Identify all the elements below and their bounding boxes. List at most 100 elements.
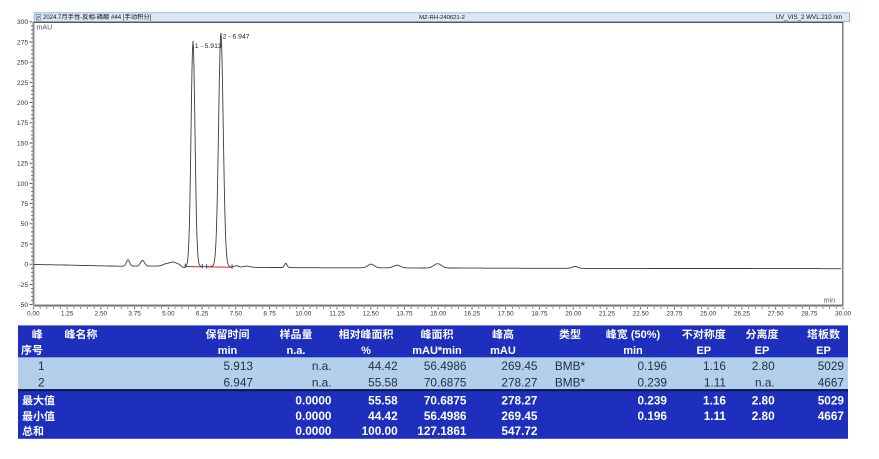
svg-text:0.239: 0.239 <box>637 393 667 407</box>
svg-text:0: 0 <box>24 262 28 269</box>
svg-text:min: min <box>824 298 835 305</box>
svg-text:n.a.: n.a. <box>312 375 332 389</box>
svg-text:13.75: 13.75 <box>397 310 413 317</box>
svg-text:5.913: 5.913 <box>223 359 253 373</box>
svg-text:2024.7: 2024.7 <box>43 15 62 21</box>
svg-text:275: 275 <box>17 39 29 46</box>
svg-text:27.50: 27.50 <box>768 310 784 317</box>
svg-text:56.4986: 56.4986 <box>424 409 467 423</box>
svg-text:-: - <box>80 15 82 21</box>
svg-text:0.00: 0.00 <box>27 310 40 317</box>
svg-text:2.80: 2.80 <box>752 393 775 407</box>
svg-text:n.a.: n.a. <box>312 359 332 373</box>
svg-text:EP: EP <box>816 345 831 357</box>
svg-text:4667: 4667 <box>818 409 845 423</box>
svg-text:75: 75 <box>21 201 29 208</box>
svg-text:n.a.: n.a. <box>287 345 306 357</box>
svg-text:0.196: 0.196 <box>637 409 667 423</box>
svg-text:28.75: 28.75 <box>801 310 817 317</box>
svg-text:22.50: 22.50 <box>633 310 649 317</box>
svg-text:50: 50 <box>21 221 29 228</box>
svg-text:2.50: 2.50 <box>95 310 108 317</box>
svg-text:%: % <box>361 345 371 357</box>
svg-text:1.11: 1.11 <box>704 409 727 423</box>
svg-text:17.50: 17.50 <box>498 310 514 317</box>
svg-text:-50: -50 <box>18 302 28 309</box>
svg-text:3.75: 3.75 <box>128 310 141 317</box>
svg-text:23.75: 23.75 <box>666 310 682 317</box>
svg-text:44.42: 44.42 <box>368 409 398 423</box>
svg-text:n.a.: n.a. <box>755 375 775 389</box>
svg-text:0.239: 0.239 <box>637 375 667 389</box>
svg-text:56.4986: 56.4986 <box>424 359 467 373</box>
svg-text:5.00: 5.00 <box>162 310 175 317</box>
svg-text:8.75: 8.75 <box>263 310 276 317</box>
svg-text:2.80: 2.80 <box>752 359 775 373</box>
svg-text:269.45: 269.45 <box>501 359 538 373</box>
svg-text:70.6875: 70.6875 <box>424 393 467 407</box>
svg-text:1: 1 <box>38 359 45 373</box>
svg-text:175: 175 <box>17 120 29 127</box>
svg-text:1.25: 1.25 <box>61 310 74 317</box>
svg-text:100: 100 <box>17 181 29 188</box>
svg-text:18.75: 18.75 <box>532 310 548 317</box>
svg-text:16.25: 16.25 <box>464 310 480 317</box>
svg-text:mAU*min: mAU*min <box>412 345 462 357</box>
svg-text:100.00: 100.00 <box>362 424 399 438</box>
svg-text:278.27: 278.27 <box>501 375 537 389</box>
svg-text:7.50: 7.50 <box>230 310 243 317</box>
svg-text:125: 125 <box>17 161 29 168</box>
svg-text:225: 225 <box>17 80 29 87</box>
svg-text:250: 250 <box>17 60 29 67</box>
svg-text:278.27: 278.27 <box>501 393 538 407</box>
svg-text:55.58: 55.58 <box>368 375 398 389</box>
svg-text:min: min <box>218 345 238 357</box>
svg-text:1.16: 1.16 <box>703 359 726 373</box>
svg-text:21.25: 21.25 <box>599 310 615 317</box>
svg-text:2.80: 2.80 <box>752 409 775 423</box>
svg-text:269.45: 269.45 <box>501 409 538 423</box>
svg-text:2 - 6.947: 2 - 6.947 <box>223 33 250 40</box>
svg-text:12.50: 12.50 <box>363 310 379 317</box>
svg-text:44.42: 44.42 <box>368 359 398 373</box>
svg-text:25: 25 <box>21 241 29 248</box>
svg-text:15.00: 15.00 <box>430 310 446 317</box>
svg-text:25.00: 25.00 <box>700 310 716 317</box>
svg-text:#44 [: #44 [ <box>109 15 124 21</box>
svg-text:0.0000: 0.0000 <box>295 424 332 438</box>
svg-text:5029: 5029 <box>818 359 844 373</box>
svg-text:70.6875: 70.6875 <box>424 375 467 389</box>
svg-text:MZ-RH-240621-2: MZ-RH-240621-2 <box>419 15 465 21</box>
svg-text:547.72: 547.72 <box>501 424 538 438</box>
svg-text:30.00: 30.00 <box>835 310 851 317</box>
svg-text:300: 300 <box>17 19 29 26</box>
svg-text:26.25: 26.25 <box>734 310 750 317</box>
svg-text:1.11: 1.11 <box>704 375 726 389</box>
svg-text:5029: 5029 <box>818 393 845 407</box>
svg-text:mAU: mAU <box>37 25 53 32</box>
svg-text:20.00: 20.00 <box>565 310 581 317</box>
svg-text:0.0000: 0.0000 <box>295 409 332 423</box>
svg-text:EP: EP <box>755 345 770 357</box>
svg-text:200: 200 <box>17 100 29 107</box>
svg-text:BMB*: BMB* <box>555 375 586 389</box>
svg-text:UV_VIS_2 WVL:210 nm: UV_VIS_2 WVL:210 nm <box>776 14 842 21</box>
svg-text:1.16: 1.16 <box>703 393 726 407</box>
svg-text:10.00: 10.00 <box>295 310 311 317</box>
svg-text:1 - 5.913: 1 - 5.913 <box>195 43 222 50</box>
svg-text:6.947: 6.947 <box>223 375 253 389</box>
svg-text:EP: EP <box>696 345 711 357</box>
svg-text:11.25: 11.25 <box>329 310 345 317</box>
svg-text:0.196: 0.196 <box>637 359 667 373</box>
svg-text:6.25: 6.25 <box>196 310 209 317</box>
svg-text:min: min <box>623 345 643 357</box>
svg-text:BMB*: BMB* <box>555 359 586 373</box>
svg-text:150: 150 <box>17 140 29 147</box>
svg-text:2: 2 <box>38 375 45 389</box>
svg-text:55.58: 55.58 <box>368 393 398 407</box>
svg-text:-: - <box>95 15 97 21</box>
svg-text:-25: -25 <box>18 282 28 289</box>
svg-text:mAU: mAU <box>490 345 516 357</box>
svg-text:(50%): (50%) <box>628 329 661 341</box>
svg-text:127.1861: 127.1861 <box>417 424 467 438</box>
